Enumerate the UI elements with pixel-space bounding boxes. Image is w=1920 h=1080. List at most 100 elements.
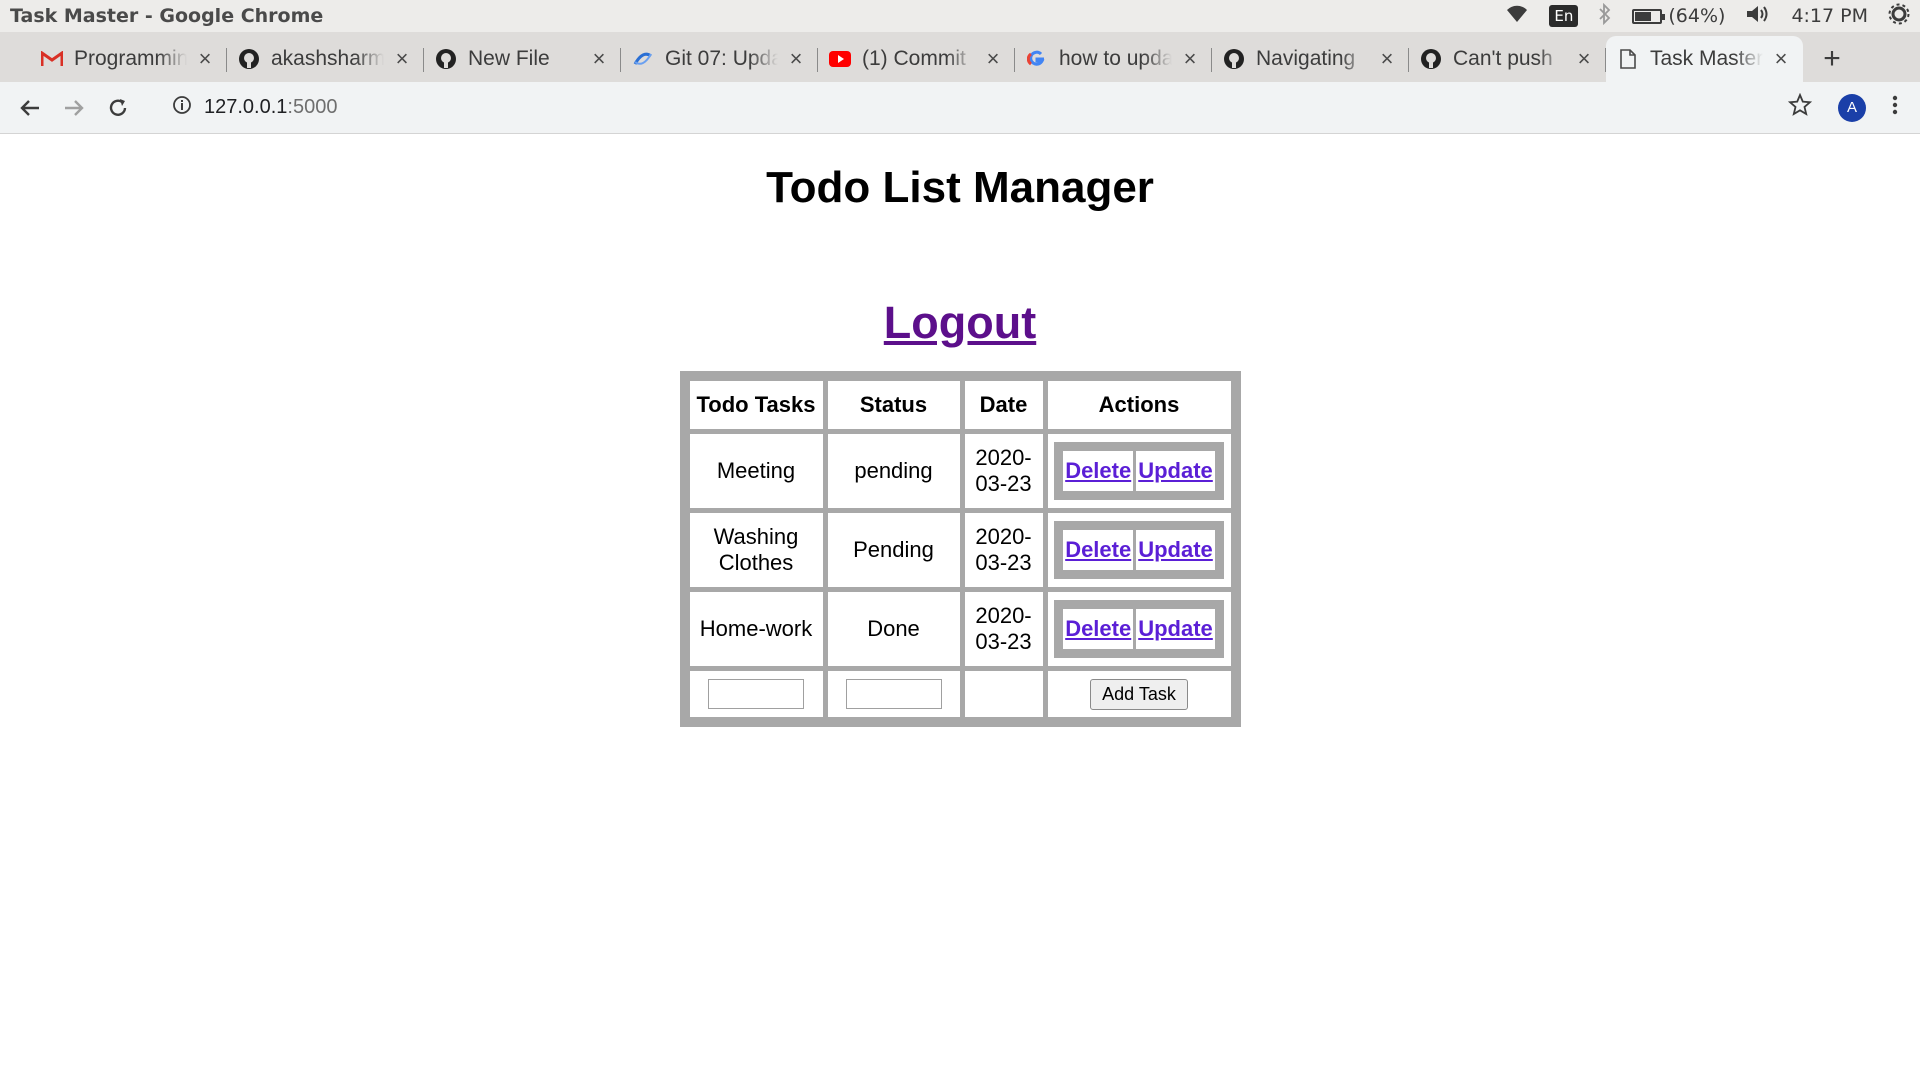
page-icon — [1616, 47, 1640, 71]
close-icon[interactable]: × — [981, 46, 1005, 71]
volume-icon[interactable] — [1745, 3, 1771, 30]
browser-tab-active[interactable]: Task Master × — [1606, 36, 1803, 82]
tab-label: New File — [468, 47, 550, 70]
browser-tab[interactable]: Git 07: Update × — [621, 36, 818, 82]
status-cell: pending — [826, 433, 961, 509]
actions-cell: Delete Update — [1046, 433, 1232, 509]
page-content: Todo List Manager Logout Todo Tasks Stat… — [0, 135, 1920, 1080]
youtube-icon — [828, 47, 852, 71]
delete-link[interactable]: Delete — [1065, 537, 1131, 562]
gmail-icon — [40, 47, 64, 71]
clock[interactable]: 4:17 PM — [1791, 5, 1868, 27]
task-line: Clothes — [718, 550, 794, 575]
forward-button[interactable] — [56, 90, 92, 126]
git-icon — [631, 47, 655, 71]
actions-table: Delete Update — [1054, 442, 1224, 500]
actions-table: Delete Update — [1054, 521, 1224, 579]
add-task-cell: Add Task — [1046, 670, 1232, 718]
browser-tab[interactable]: (1) Commit × — [818, 36, 1015, 82]
github-icon — [434, 47, 458, 71]
date-cell: 2020- 03-23 — [963, 591, 1044, 667]
reload-button[interactable] — [100, 90, 136, 126]
task-input[interactable] — [708, 679, 804, 709]
battery-indicator[interactable]: (64%) — [1632, 5, 1725, 27]
status-input-cell — [826, 670, 961, 718]
close-icon[interactable]: × — [1375, 46, 1399, 71]
header-actions: Actions — [1046, 380, 1232, 430]
close-icon[interactable]: × — [1178, 46, 1202, 71]
new-tab-button[interactable]: + — [1809, 36, 1855, 82]
system-tray: En (64%) 4:17 PM — [1505, 2, 1910, 30]
action-cell: Update — [1136, 451, 1215, 491]
date-line: 2020- — [975, 445, 1032, 470]
browser-tab[interactable]: Programming × — [30, 36, 227, 82]
action-cell: Delete — [1063, 609, 1134, 649]
date-line: 2020- — [975, 524, 1032, 549]
arrow-right-icon — [65, 99, 84, 116]
tab-label: Can't push — [1453, 47, 1553, 70]
close-icon[interactable]: × — [1769, 46, 1793, 71]
battery-icon — [1632, 8, 1666, 24]
actions-table: Delete Update — [1054, 600, 1224, 658]
browser-tab[interactable]: Can't push × — [1409, 36, 1606, 82]
tab-label: akashsharma — [271, 47, 384, 70]
table-row: Home-work Done 2020- 03-23 Delete Update — [688, 591, 1232, 667]
delete-link[interactable]: Delete — [1065, 458, 1131, 483]
browser-tab[interactable]: Navigating × — [1212, 36, 1409, 82]
close-icon[interactable]: × — [784, 46, 808, 71]
update-link[interactable]: Update — [1138, 537, 1213, 562]
more-menu-icon[interactable] — [1892, 94, 1898, 121]
wifi-icon[interactable] — [1505, 4, 1529, 29]
action-cell: Delete — [1063, 451, 1134, 491]
address-bar[interactable]: 127.0.0.1:5000 — [156, 88, 1788, 128]
empty-date-cell — [963, 670, 1044, 718]
action-cell: Update — [1136, 609, 1215, 649]
task-input-cell — [688, 670, 824, 718]
reload-icon — [109, 98, 127, 116]
date-cell: 2020- 03-23 — [963, 433, 1044, 509]
profile-avatar[interactable]: A — [1838, 93, 1866, 122]
status-input[interactable] — [845, 679, 942, 709]
github-icon — [1419, 47, 1443, 71]
site-info-icon[interactable] — [172, 95, 192, 121]
table-row: Washing Clothes Pending 2020- 03-23 Dele… — [688, 512, 1232, 588]
task-cell: Meeting — [688, 433, 824, 509]
tab-label: Programming — [74, 47, 187, 70]
update-link[interactable]: Update — [1138, 458, 1213, 483]
date-line: 2020- — [975, 603, 1032, 628]
date-cell: 2020- 03-23 — [963, 512, 1044, 588]
battery-percentage: (64%) — [1668, 5, 1726, 27]
tab-label: Navigating — [1256, 47, 1356, 70]
add-task-row: Add Task — [688, 670, 1232, 718]
update-link[interactable]: Update — [1138, 616, 1213, 641]
todo-table: Todo Tasks Status Date Actions Meeting p… — [679, 371, 1241, 727]
close-icon[interactable]: × — [1572, 46, 1596, 71]
status-cell: Done — [826, 591, 961, 667]
task-cell: Home-work — [688, 591, 824, 667]
settings-gear-icon[interactable] — [1888, 3, 1910, 30]
back-button[interactable] — [12, 90, 48, 126]
bluetooth-icon[interactable] — [1598, 2, 1612, 30]
browser-toolbar: 127.0.0.1:5000 A — [0, 82, 1920, 134]
date-line: 03-23 — [975, 471, 1032, 496]
actions-cell: Delete Update — [1046, 512, 1232, 588]
browser-tab[interactable]: how to update × — [1015, 36, 1212, 82]
close-icon[interactable]: × — [390, 46, 414, 71]
keyboard-language-indicator[interactable]: En — [1549, 5, 1579, 27]
add-task-button[interactable]: Add Task — [1090, 678, 1188, 710]
os-top-bar: Task Master - Google Chrome En (64%) 4:1… — [0, 0, 1920, 32]
date-line: 03-23 — [975, 629, 1032, 654]
actions-cell: Delete Update — [1046, 591, 1232, 667]
delete-link[interactable]: Delete — [1065, 616, 1131, 641]
logout-link[interactable]: Logout — [884, 297, 1036, 349]
github-icon — [237, 47, 261, 71]
close-icon[interactable]: × — [587, 46, 611, 71]
browser-tab[interactable]: New File × — [424, 36, 621, 82]
tab-label: Task Master — [1650, 47, 1763, 70]
browser-tab[interactable]: akashsharma × — [227, 36, 424, 82]
url-host: 127.0.0.1 — [204, 96, 288, 118]
close-icon[interactable]: × — [193, 46, 217, 71]
bookmark-star-icon[interactable] — [1787, 92, 1813, 122]
tab-label: Git 07: Update — [665, 47, 778, 70]
url-port: :5000 — [287, 96, 338, 118]
